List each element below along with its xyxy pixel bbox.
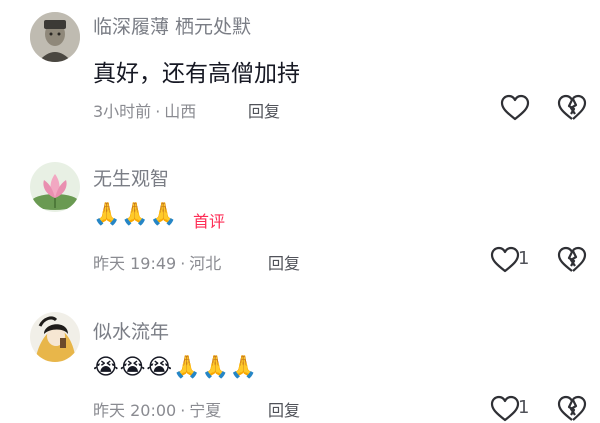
- separator-dot: ·: [180, 254, 186, 273]
- reply-button[interactable]: 回复: [268, 397, 300, 421]
- reply-button[interactable]: 回复: [268, 250, 300, 274]
- comment-text: 真好，还有高僧加持: [93, 61, 300, 87]
- comment-item: 似水流年 😭😭😭🙏🙏🙏 昨天 20:00 · 宁夏 回复 1: [0, 305, 600, 422]
- broken-heart-icon[interactable]: [557, 94, 587, 122]
- reply-button[interactable]: 回复: [248, 98, 280, 122]
- avatar-image: [30, 12, 80, 62]
- broken-heart-icon[interactable]: [557, 246, 587, 274]
- separator-dot: ·: [155, 102, 161, 121]
- like-count: 1: [518, 397, 530, 418]
- comment-username[interactable]: 无生观智: [93, 164, 169, 191]
- avatar[interactable]: [30, 12, 80, 62]
- heart-outline-icon[interactable]: [490, 395, 520, 423]
- heart-outline-icon[interactable]: [490, 246, 520, 274]
- comment-location: 山西: [164, 102, 197, 121]
- avatar-image: [30, 312, 80, 362]
- comment-item: 临深履薄 栖元处默 真好，还有高僧加持 3小时前 · 山西 回复: [0, 0, 600, 130]
- comment-item: 无生观智 🙏🙏🙏 首评 昨天 19:49 · 河北 回复 1: [0, 150, 600, 290]
- separator-dot: ·: [180, 401, 186, 420]
- comment-location: 河北: [189, 254, 222, 273]
- comment-meta: 3小时前 · 山西: [93, 98, 196, 122]
- avatar[interactable]: [30, 312, 80, 362]
- first-comment-badge: 首评: [193, 212, 226, 231]
- comment-time: 3小时前: [93, 102, 152, 121]
- broken-heart-icon[interactable]: [557, 395, 587, 423]
- comment-location: 宁夏: [189, 401, 222, 420]
- avatar-image: [30, 162, 80, 212]
- comment-meta: 昨天 19:49 · 河北: [93, 250, 221, 274]
- comment-emojis: 🙏🙏🙏: [93, 202, 179, 227]
- comment-time: 昨天 19:49: [93, 254, 177, 273]
- avatar[interactable]: [30, 162, 80, 212]
- heart-outline-icon[interactable]: [500, 94, 530, 122]
- comment-username[interactable]: 似水流年: [93, 317, 169, 344]
- comment-username[interactable]: 临深履薄 栖元处默: [93, 12, 251, 39]
- comment-meta: 昨天 20:00 · 宁夏: [93, 397, 221, 421]
- like-count: 1: [518, 248, 530, 269]
- comment-time: 昨天 20:00: [93, 401, 177, 420]
- comment-emojis: 😭😭😭🙏🙏🙏: [93, 355, 259, 380]
